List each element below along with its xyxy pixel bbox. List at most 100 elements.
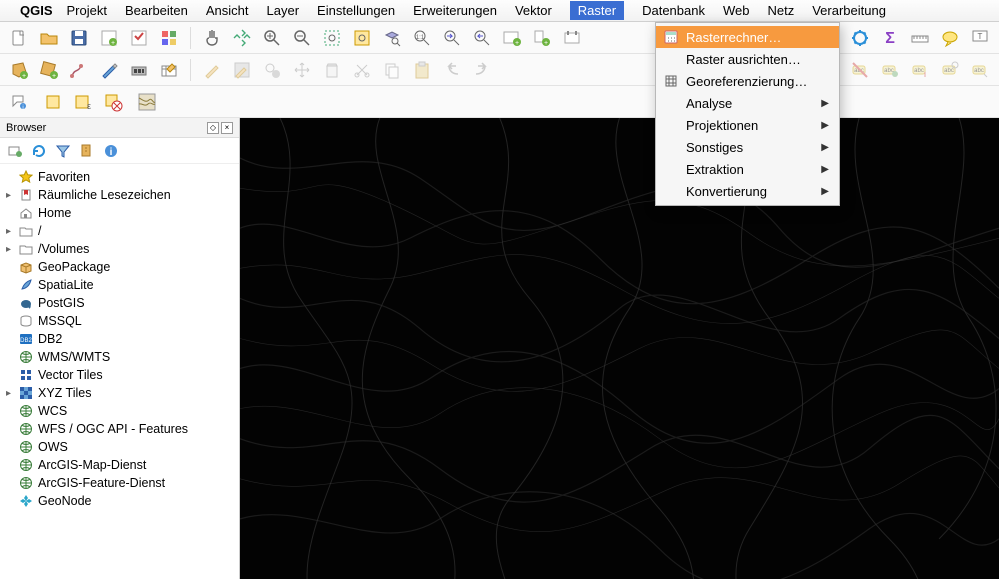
- menu-bearbeiten[interactable]: Bearbeiten: [125, 3, 188, 18]
- no-labels-button[interactable]: abc: [847, 57, 873, 83]
- zoom-full-button[interactable]: [319, 25, 345, 51]
- browser-item-vector-tiles[interactable]: Vector Tiles: [2, 366, 237, 384]
- new-map-view-button[interactable]: +: [499, 25, 525, 51]
- browser-add-button[interactable]: [6, 142, 24, 160]
- menu-web[interactable]: Web: [723, 3, 750, 18]
- menu-einstellungen[interactable]: Einstellungen: [317, 3, 395, 18]
- cut-features-button[interactable]: [349, 57, 375, 83]
- add-feature-button[interactable]: [259, 57, 285, 83]
- menu-vektor[interactable]: Vektor: [515, 3, 552, 18]
- browser-item-home[interactable]: Home: [2, 204, 237, 222]
- browser-item--[interactable]: ▸/: [2, 222, 237, 240]
- raster-menu-item-1[interactable]: Raster ausrichten…: [656, 48, 839, 70]
- menu-layer[interactable]: Layer: [267, 3, 300, 18]
- text-annotation-button[interactable]: T: [967, 25, 993, 51]
- browser-item--volumes[interactable]: ▸/Volumes: [2, 240, 237, 258]
- new-project-button[interactable]: [6, 25, 32, 51]
- raster-menu-item-7[interactable]: Konvertierung▶: [656, 180, 839, 202]
- browser-item-mssql[interactable]: MSSQL: [2, 312, 237, 330]
- label-show-hide-button[interactable]: abc: [937, 57, 963, 83]
- paste-features-button[interactable]: [409, 57, 435, 83]
- zoom-to-selection-button[interactable]: [349, 25, 375, 51]
- menu-erweiterungen[interactable]: Erweiterungen: [413, 3, 497, 18]
- raster-menu-item-5[interactable]: Sonstiges▶: [656, 136, 839, 158]
- statistics-button[interactable]: Σ: [877, 25, 903, 51]
- menu-projekt[interactable]: Projekt: [67, 3, 107, 18]
- browser-tree[interactable]: Favoriten▸Räumliche LesezeichenHome▸/▸/V…: [0, 164, 239, 579]
- zoom-to-layer-button[interactable]: [379, 25, 405, 51]
- browser-properties-button[interactable]: i: [102, 142, 120, 160]
- raster-menu-item-3[interactable]: Analyse▶: [656, 92, 839, 114]
- raster-menu-item-6[interactable]: Extraktion▶: [656, 158, 839, 180]
- deselect-all-button[interactable]: [100, 89, 126, 115]
- delete-selected-button[interactable]: [319, 57, 345, 83]
- browser-item-spatialite[interactable]: SpatiaLite: [2, 276, 237, 294]
- browser-item-r-umliche-lesezeichen[interactable]: ▸Räumliche Lesezeichen: [2, 186, 237, 204]
- processing-toolbox-button[interactable]: [847, 25, 873, 51]
- browser-undock-button[interactable]: ◇: [207, 122, 219, 134]
- zoom-last-button[interactable]: [439, 25, 465, 51]
- zoom-out-button[interactable]: [289, 25, 315, 51]
- browser-item-postgis[interactable]: PostGIS: [2, 294, 237, 312]
- undo-button[interactable]: [439, 57, 465, 83]
- browser-item-wms-wmts[interactable]: WMS/WMTS: [2, 348, 237, 366]
- browser-refresh-button[interactable]: [30, 142, 48, 160]
- browser-item-arcgis-map-dienst[interactable]: ArcGIS-Map-Dienst: [2, 456, 237, 474]
- raster-menu[interactable]: Rasterrechner…Raster ausrichten…Georefer…: [655, 22, 840, 206]
- menu-datenbank[interactable]: Datenbank: [642, 3, 705, 18]
- move-feature-button[interactable]: [289, 57, 315, 83]
- browser-item-xyz-tiles[interactable]: ▸XYZ Tiles: [2, 384, 237, 402]
- cad-tools-button[interactable]: [126, 57, 152, 83]
- pan-button[interactable]: [199, 25, 225, 51]
- map-canvas[interactable]: [240, 118, 999, 579]
- label-highlight-pinned-button[interactable]: abc: [877, 57, 903, 83]
- save-layer-edits-button[interactable]: [229, 57, 255, 83]
- label-pin-button[interactable]: abc: [907, 57, 933, 83]
- add-feature-point-button[interactable]: +: [36, 57, 62, 83]
- label-move-button[interactable]: abc: [967, 57, 993, 83]
- browser-filter-button[interactable]: [54, 142, 72, 160]
- measure-button[interactable]: [907, 25, 933, 51]
- temporal-controller-button[interactable]: [559, 25, 585, 51]
- zoom-next-button[interactable]: [469, 25, 495, 51]
- menu-raster[interactable]: Raster: [570, 1, 624, 20]
- browser-item-wcs[interactable]: WCS: [2, 402, 237, 420]
- raster-menu-item-4[interactable]: Projektionen▶: [656, 114, 839, 136]
- toggle-editing-button[interactable]: [199, 57, 225, 83]
- copy-features-button[interactable]: [379, 57, 405, 83]
- select-by-expression-button[interactable]: ε: [70, 89, 96, 115]
- node-tool-button[interactable]: [66, 57, 92, 83]
- zoom-in-button[interactable]: [259, 25, 285, 51]
- browser-item-ows[interactable]: OWS: [2, 438, 237, 456]
- new-spatial-bookmark-button[interactable]: +: [529, 25, 555, 51]
- digitize-button[interactable]: [96, 57, 122, 83]
- menu-ansicht[interactable]: Ansicht: [206, 3, 249, 18]
- open-project-button[interactable]: [36, 25, 62, 51]
- browser-close-button[interactable]: ×: [221, 122, 233, 134]
- browser-item-favoriten[interactable]: Favoriten: [2, 168, 237, 186]
- menu-verarbeitung[interactable]: Verarbeitung: [812, 3, 886, 18]
- redo-button[interactable]: [469, 57, 495, 83]
- zoom-native-button[interactable]: 1:1: [409, 25, 435, 51]
- layout-manager-button[interactable]: [126, 25, 152, 51]
- pan-to-selection-button[interactable]: [229, 25, 255, 51]
- raster-menu-item-2[interactable]: Georeferenzierung…: [656, 70, 839, 92]
- select-features-button[interactable]: [40, 89, 66, 115]
- browser-collapse-button[interactable]: [78, 142, 96, 160]
- menu-netz[interactable]: Netz: [767, 3, 794, 18]
- browser-item-arcgis-feature-dienst[interactable]: ArcGIS-Feature-Dienst: [2, 474, 237, 492]
- style-manager-button[interactable]: [156, 25, 182, 51]
- save-project-button[interactable]: [66, 25, 92, 51]
- raster-menu-item-0[interactable]: Rasterrechner…: [656, 26, 839, 48]
- modify-attributes-button[interactable]: [156, 57, 182, 83]
- browser-item-db2[interactable]: DB2DB2: [2, 330, 237, 348]
- expand-arrow-icon: ▸: [6, 388, 18, 399]
- browser-item-geonode[interactable]: GeoNode: [2, 492, 237, 510]
- map-tips-button[interactable]: [937, 25, 963, 51]
- new-print-layout-button[interactable]: +: [96, 25, 122, 51]
- add-feature-polygon-button[interactable]: +: [6, 57, 32, 83]
- browser-item-geopackage[interactable]: GeoPackage: [2, 258, 237, 276]
- browser-item-wfs-ogc-api-features[interactable]: WFS / OGC API - Features: [2, 420, 237, 438]
- identify-button[interactable]: i: [6, 89, 32, 115]
- local-cumulative-button[interactable]: [134, 89, 160, 115]
